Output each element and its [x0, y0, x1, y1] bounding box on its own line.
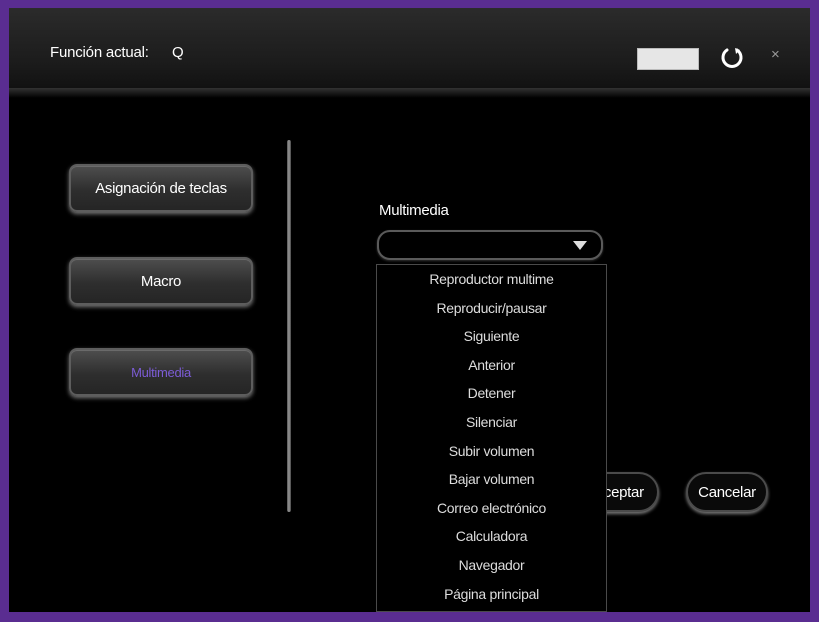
nav-key-assignment-label: Asignación de teclas — [95, 179, 227, 197]
chevron-down-icon[interactable] — [573, 241, 587, 250]
dropdown-option[interactable]: Subir volumen — [377, 437, 606, 466]
nav-macro-label: Macro — [140, 272, 182, 290]
multimedia-dropdown-list: Reproductor multime Reproducir/pausar Si… — [376, 264, 607, 612]
dropdown-option[interactable]: Reproducir/pausar — [377, 294, 606, 323]
dropdown-option[interactable]: Calculadora — [377, 522, 606, 551]
cancel-label: Cancelar — [698, 483, 756, 501]
color-swatch[interactable] — [637, 48, 699, 70]
dropdown-option[interactable]: Bajar volumen — [377, 465, 606, 494]
dropdown-option[interactable]: Correo electrónico — [377, 494, 606, 523]
title-bar-separator — [9, 88, 810, 98]
vertical-divider — [287, 140, 291, 512]
nav-macro-button[interactable]: Macro — [69, 257, 253, 305]
dropdown-option[interactable]: Reproductor multime — [377, 265, 606, 294]
multimedia-select[interactable] — [377, 230, 603, 260]
dropdown-option[interactable]: Anterior — [377, 351, 606, 380]
dropdown-option[interactable]: Silenciar — [377, 408, 606, 437]
app-window: Función actual: Q × Asignación de teclas… — [9, 8, 810, 612]
section-label: Multimedia — [379, 202, 449, 219]
dropdown-option[interactable]: Navegador — [377, 551, 606, 580]
nav-key-assignment-button[interactable]: Asignación de teclas — [69, 164, 253, 212]
current-key: Q — [172, 44, 184, 61]
nav-multimedia-label: Multimedia — [131, 364, 191, 380]
dropdown-option[interactable]: Página principal — [377, 580, 606, 609]
close-icon[interactable]: × — [771, 46, 780, 63]
dropdown-option[interactable]: Detener — [377, 379, 606, 408]
refresh-icon[interactable] — [719, 44, 745, 70]
cancel-button[interactable]: Cancelar — [686, 472, 768, 512]
dropdown-option[interactable]: Siguiente — [377, 322, 606, 351]
nav-multimedia-button[interactable]: Multimedia — [69, 348, 253, 396]
title-bar: Función actual: Q × — [9, 8, 810, 88]
current-function-label: Función actual: — [50, 44, 149, 61]
